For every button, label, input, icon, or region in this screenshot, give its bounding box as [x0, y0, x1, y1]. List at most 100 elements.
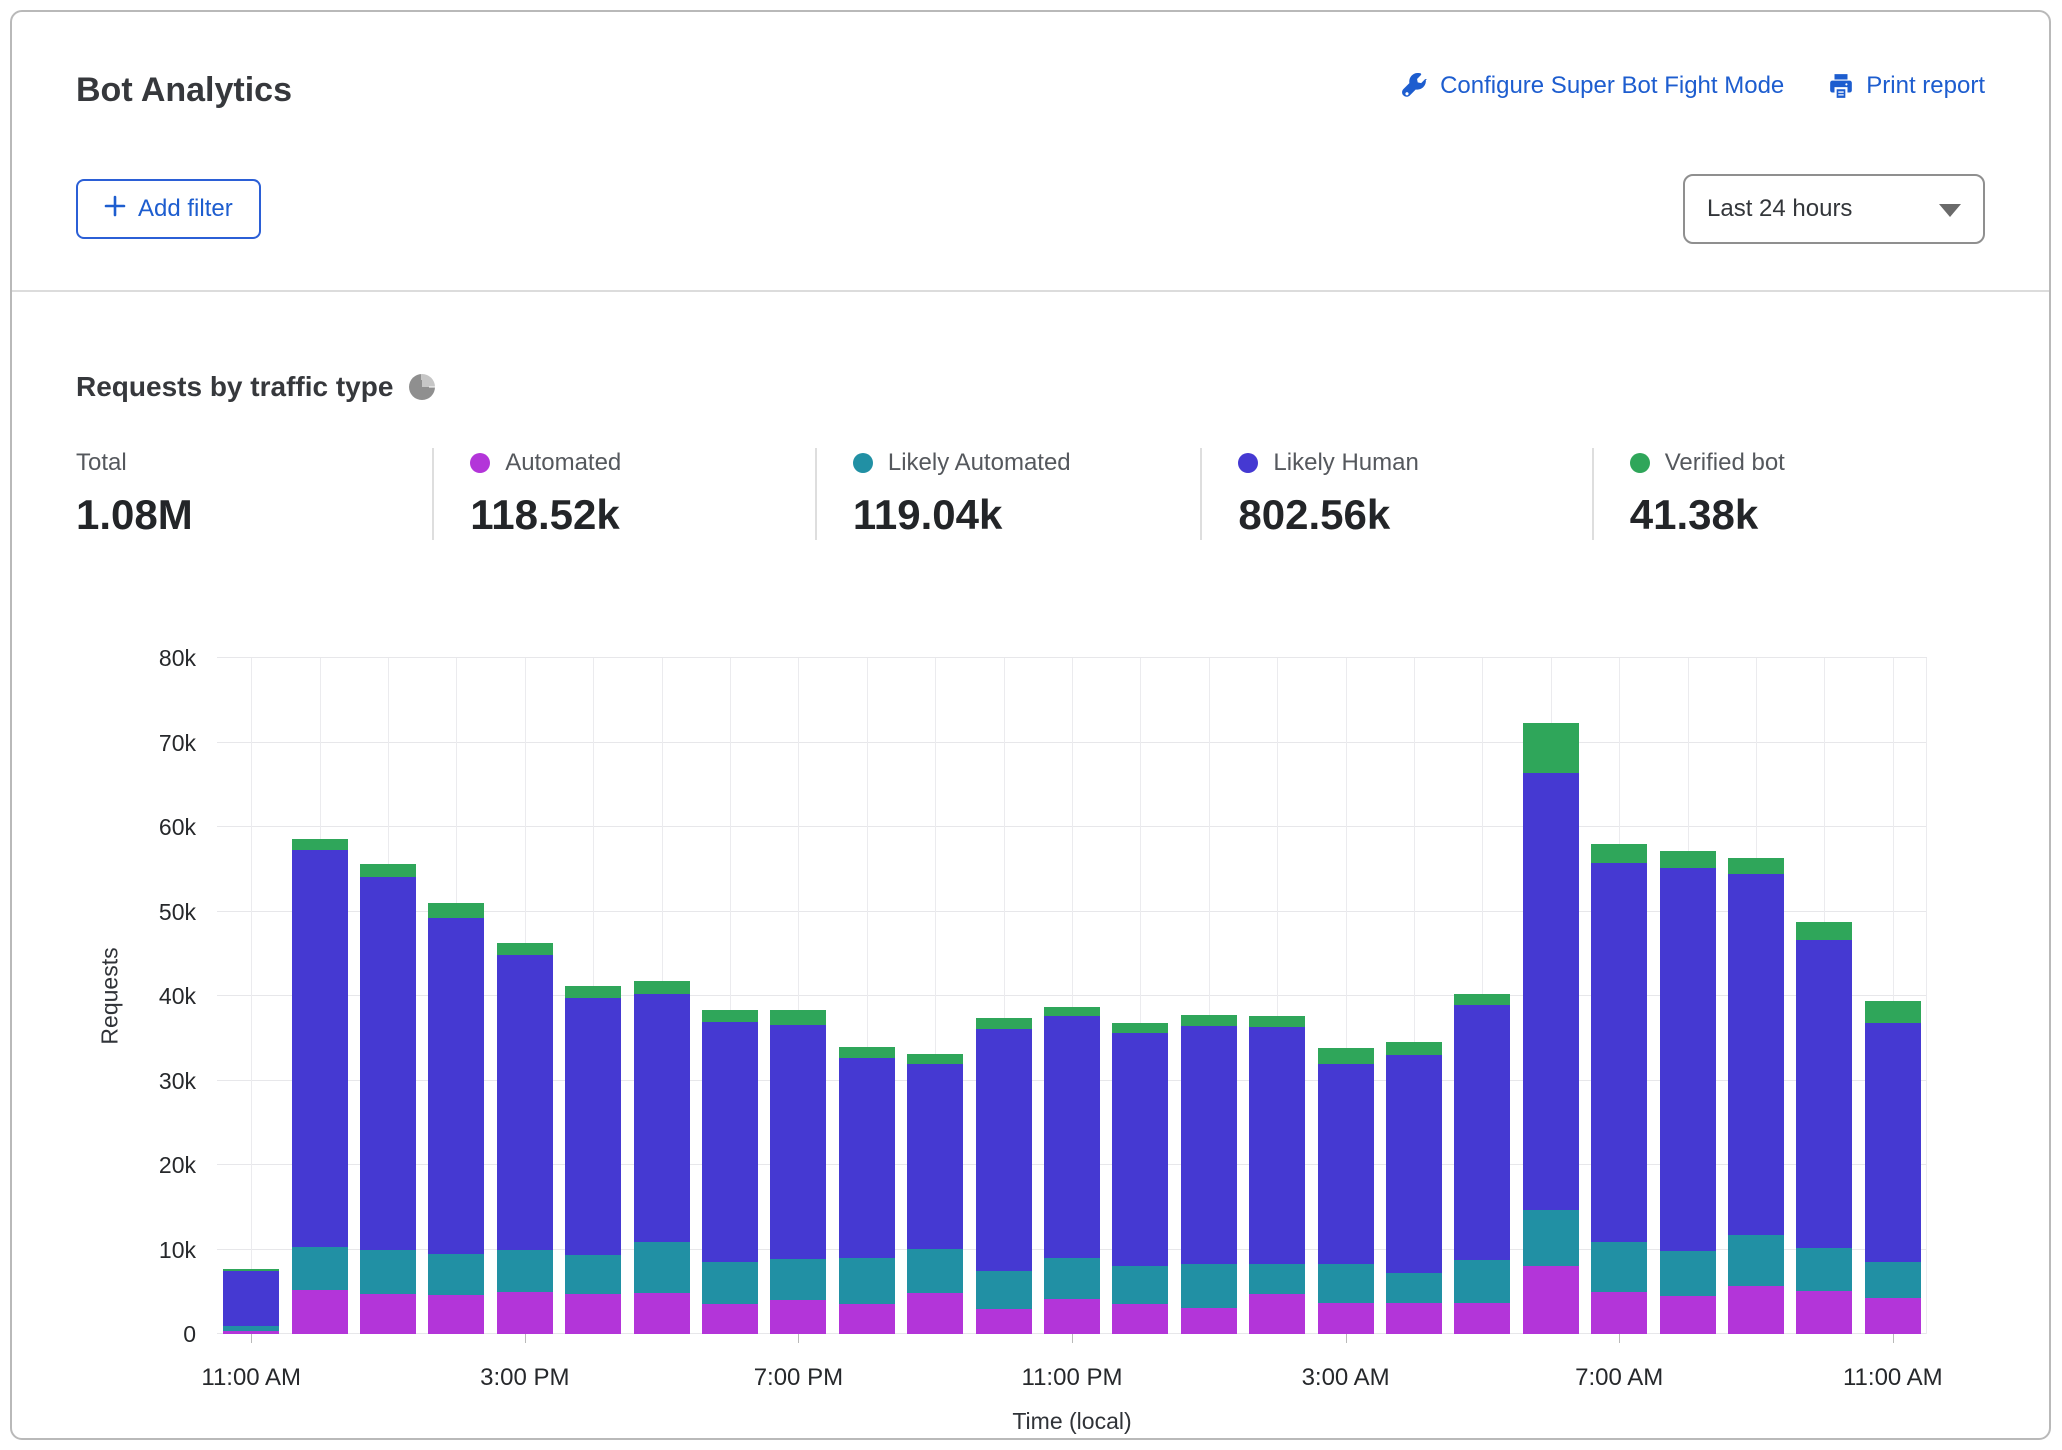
stacked-bar-hour-12[interactable] [976, 1018, 1032, 1334]
bar-segment-automated[interactable] [907, 1293, 963, 1334]
bar-segment-likely-human[interactable] [360, 877, 416, 1250]
bar-segment-verified-bot[interactable] [1454, 994, 1510, 1005]
bar-segment-likely-human[interactable] [1112, 1033, 1168, 1265]
bar-segment-likely-automated[interactable] [634, 1242, 690, 1293]
bar-segment-verified-bot[interactable] [428, 903, 484, 918]
bar-segment-likely-human[interactable] [1796, 940, 1852, 1248]
bar-segment-likely-human[interactable] [1591, 863, 1647, 1242]
stacked-bar-hour-1[interactable] [223, 1269, 279, 1334]
bar-segment-verified-bot[interactable] [1591, 844, 1647, 863]
bar-segment-automated[interactable] [702, 1304, 758, 1334]
bar-segment-likely-automated[interactable] [1796, 1248, 1852, 1291]
bar-segment-automated[interactable] [839, 1304, 895, 1334]
configure-super-bot-fight-mode-link[interactable]: Configure Super Bot Fight Mode [1402, 72, 1784, 100]
bar-segment-likely-human[interactable] [702, 1022, 758, 1262]
stacked-bar-hour-14[interactable] [1112, 1023, 1168, 1334]
bar-segment-automated[interactable] [497, 1292, 553, 1334]
bar-segment-automated[interactable] [1454, 1303, 1510, 1334]
bar-segment-likely-human[interactable] [1181, 1026, 1237, 1264]
bar-segment-likely-human[interactable] [565, 998, 621, 1256]
bar-segment-likely-human[interactable] [1660, 868, 1716, 1251]
bar-segment-likely-human[interactable] [1318, 1064, 1374, 1264]
bar-segment-likely-automated[interactable] [497, 1250, 553, 1292]
bar-segment-automated[interactable] [1728, 1286, 1784, 1334]
bar-segment-verified-bot[interactable] [1728, 858, 1784, 874]
bar-segment-likely-automated[interactable] [1318, 1264, 1374, 1303]
stacked-bar-hour-5[interactable] [497, 943, 553, 1334]
bar-segment-likely-human[interactable] [292, 850, 348, 1247]
bar-segment-verified-bot[interactable] [907, 1054, 963, 1063]
bar-segment-likely-automated[interactable] [1523, 1210, 1579, 1267]
bar-segment-verified-bot[interactable] [976, 1018, 1032, 1029]
bar-segment-automated[interactable] [360, 1294, 416, 1334]
bar-segment-verified-bot[interactable] [1865, 1001, 1921, 1023]
bar-segment-likely-automated[interactable] [1044, 1258, 1100, 1299]
bar-segment-verified-bot[interactable] [1318, 1048, 1374, 1063]
bar-segment-automated[interactable] [770, 1300, 826, 1334]
bar-segment-likely-automated[interactable] [907, 1249, 963, 1293]
bar-segment-likely-automated[interactable] [565, 1255, 621, 1294]
bar-segment-automated[interactable] [1523, 1266, 1579, 1334]
bar-segment-likely-automated[interactable] [976, 1271, 1032, 1309]
bar-segment-verified-bot[interactable] [1181, 1015, 1237, 1025]
bar-segment-automated[interactable] [1660, 1296, 1716, 1334]
bar-segment-likely-human[interactable] [976, 1029, 1032, 1271]
bar-segment-likely-automated[interactable] [1112, 1266, 1168, 1305]
bar-segment-likely-human[interactable] [770, 1025, 826, 1259]
bar-segment-likely-automated[interactable] [1591, 1242, 1647, 1292]
bar-segment-verified-bot[interactable] [770, 1010, 826, 1025]
bar-segment-likely-automated[interactable] [1728, 1235, 1784, 1286]
bar-segment-verified-bot[interactable] [292, 839, 348, 850]
bar-segment-likely-automated[interactable] [839, 1258, 895, 1304]
bar-segment-automated[interactable] [634, 1293, 690, 1334]
stat-likely-human[interactable]: Likely Human802.56k [1200, 448, 1591, 540]
stacked-bar-hour-22[interactable] [1660, 851, 1716, 1334]
bar-segment-likely-automated[interactable] [1386, 1273, 1442, 1303]
bar-segment-likely-human[interactable] [1523, 773, 1579, 1210]
bar-segment-likely-automated[interactable] [1249, 1264, 1305, 1294]
bar-segment-automated[interactable] [1386, 1303, 1442, 1334]
bar-segment-likely-automated[interactable] [1660, 1251, 1716, 1296]
stacked-bar-hour-17[interactable] [1318, 1048, 1374, 1334]
bar-segment-verified-bot[interactable] [1660, 851, 1716, 869]
bar-segment-automated[interactable] [1865, 1298, 1921, 1334]
bar-segment-automated[interactable] [1249, 1294, 1305, 1334]
bar-segment-verified-bot[interactable] [634, 981, 690, 995]
bar-segment-verified-bot[interactable] [1523, 723, 1579, 773]
stacked-bar-hour-25[interactable] [1865, 1001, 1921, 1334]
bar-segment-verified-bot[interactable] [839, 1047, 895, 1058]
stacked-bar-hour-18[interactable] [1386, 1042, 1442, 1334]
bar-segment-likely-human[interactable] [1386, 1055, 1442, 1273]
stat-verified-bot[interactable]: Verified bot41.38k [1592, 448, 1985, 540]
bar-segment-likely-automated[interactable] [292, 1247, 348, 1290]
bar-segment-likely-automated[interactable] [428, 1254, 484, 1295]
bar-segment-automated[interactable] [292, 1290, 348, 1334]
stacked-bar-hour-23[interactable] [1728, 858, 1784, 1334]
bar-segment-likely-human[interactable] [1454, 1005, 1510, 1259]
bar-segment-automated[interactable] [428, 1295, 484, 1334]
bar-segment-likely-human[interactable] [1728, 874, 1784, 1235]
stacked-bar-hour-9[interactable] [770, 1010, 826, 1334]
add-filter-button[interactable]: Add filter [76, 179, 261, 239]
bar-segment-likely-human[interactable] [634, 994, 690, 1242]
stacked-bar-hour-8[interactable] [702, 1010, 758, 1334]
stacked-bar-hour-13[interactable] [1044, 1007, 1100, 1334]
stacked-bar-hour-7[interactable] [634, 981, 690, 1334]
stacked-bar-hour-4[interactable] [428, 903, 484, 1334]
stat-likely-automated[interactable]: Likely Automated119.04k [815, 448, 1201, 540]
bar-segment-verified-bot[interactable] [1112, 1023, 1168, 1033]
bar-segment-automated[interactable] [1044, 1299, 1100, 1334]
bar-segment-likely-human[interactable] [1044, 1016, 1100, 1258]
bar-segment-automated[interactable] [1181, 1308, 1237, 1334]
bar-segment-likely-human[interactable] [907, 1064, 963, 1249]
stacked-bar-hour-3[interactable] [360, 864, 416, 1334]
bar-segment-likely-human[interactable] [839, 1058, 895, 1258]
bar-segment-verified-bot[interactable] [360, 864, 416, 877]
bar-segment-likely-human[interactable] [497, 955, 553, 1249]
bar-segment-likely-automated[interactable] [702, 1262, 758, 1304]
bar-segment-automated[interactable] [1591, 1292, 1647, 1334]
bar-segment-likely-automated[interactable] [770, 1259, 826, 1300]
stacked-bar-hour-20[interactable] [1523, 723, 1579, 1334]
bar-segment-likely-human[interactable] [428, 918, 484, 1253]
bar-segment-verified-bot[interactable] [1044, 1007, 1100, 1016]
